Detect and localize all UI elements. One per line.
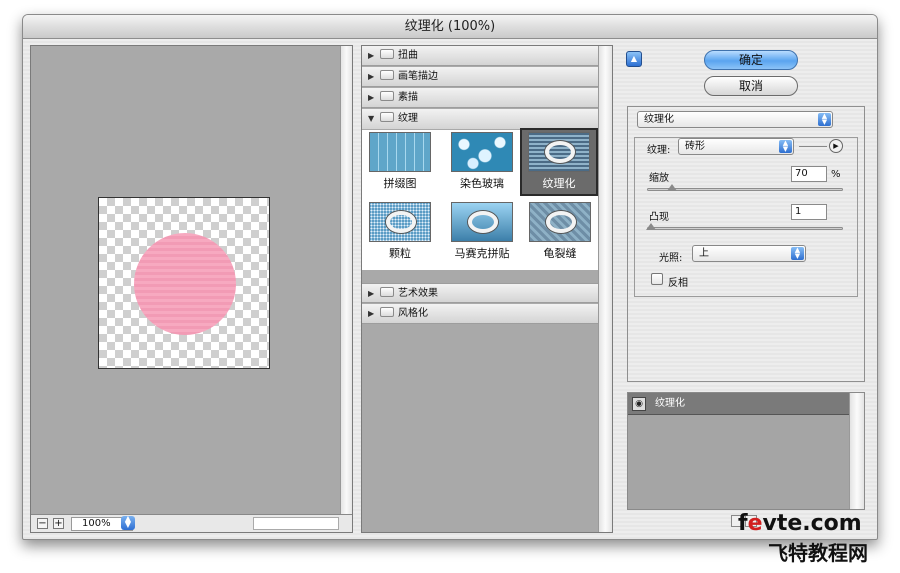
gallery-scrollbar[interactable] xyxy=(598,46,612,532)
zoom-dropdown-arrow-icon[interactable]: ▲ ▼ xyxy=(121,515,135,530)
filter-thumb-grain[interactable]: 颗粒 xyxy=(366,200,434,266)
filter-label: 颗粒 xyxy=(389,247,411,260)
filter-label: 纹理化 xyxy=(542,177,576,190)
filter-label: 拼缀图 xyxy=(383,177,417,190)
texture-label: 纹理: xyxy=(647,145,671,156)
filter-label: 马赛克拼贴 xyxy=(454,247,510,260)
scaling-slider-thumb[interactable] xyxy=(667,184,678,191)
relief-slider-thumb[interactable] xyxy=(645,223,656,230)
texture-divider xyxy=(799,146,827,147)
watermark-text-e: e xyxy=(747,511,763,536)
category-label: 素描 xyxy=(398,92,418,103)
category-distort[interactable]: ▶ 扭曲 xyxy=(362,46,600,66)
texture-select[interactable]: 砖形 ▲ ▼ xyxy=(678,138,794,155)
scaling-label: 缩放 xyxy=(649,173,669,184)
light-direction-select[interactable]: 上 ▲ ▼ xyxy=(692,245,806,262)
relief-input-value: 1 xyxy=(795,206,802,217)
window-title: 纹理化 (100%) xyxy=(23,15,877,39)
relief-input[interactable]: 1 xyxy=(791,204,827,220)
filter-select-value: 纹理化 xyxy=(644,114,674,125)
grain-thumbnail xyxy=(369,202,431,242)
cancel-button[interactable]: 取消 xyxy=(704,76,798,96)
expand-triangle-icon: ▶ xyxy=(368,72,375,81)
category-sketch[interactable]: ▶ 素描 xyxy=(362,88,600,108)
folder-icon xyxy=(380,287,394,297)
pink-circle-image xyxy=(134,233,236,335)
preview-panel[interactable]: − + 100% ▲ ▼ xyxy=(30,45,353,533)
zoom-out-button[interactable]: − xyxy=(37,518,48,529)
filter-label: 染色玻璃 xyxy=(460,177,504,190)
watermark-text-a: f xyxy=(738,511,748,536)
zoom-level-value: 100% xyxy=(82,518,111,529)
category-label: 纹理 xyxy=(398,113,418,124)
category-label: 画笔描边 xyxy=(398,71,438,82)
effect-layer-label: 纹理化 xyxy=(655,398,685,409)
filter-thumb-stained-glass[interactable]: 染色玻璃 xyxy=(448,130,516,196)
filter-thumb-mosaic-tiles[interactable]: 马赛克拼贴 xyxy=(448,200,516,266)
mosaic-tiles-thumbnail xyxy=(451,202,513,242)
select-arrow-icon: ▲ ▼ xyxy=(818,113,831,126)
relief-slider-track[interactable] xyxy=(647,227,843,230)
category-brush-strokes[interactable]: ▶ 画笔描边 xyxy=(362,67,600,87)
filter-thumb-craquelure-patchwork[interactable]: 拼缀图 xyxy=(366,130,434,196)
texturizer-thumbnail xyxy=(528,132,590,172)
ring-graphic xyxy=(545,141,575,163)
folder-icon xyxy=(380,49,394,59)
filter-thumb-craquelure[interactable]: 龟裂缝 xyxy=(526,200,594,266)
ok-button[interactable]: 确定 xyxy=(704,50,798,70)
watermark-logo: fevte.com xyxy=(738,511,862,536)
horizontal-scrollbar[interactable] xyxy=(253,517,339,530)
scaling-input-value: 70 xyxy=(795,168,808,179)
light-select-value: 上 xyxy=(699,248,709,259)
select-arrow-icon: ▲ ▼ xyxy=(779,140,792,153)
category-artistic[interactable]: ▶ 艺术效果 xyxy=(362,283,600,303)
category-label: 风格化 xyxy=(398,308,428,319)
stained-glass-thumbnail xyxy=(451,132,513,172)
watermark-site-name: 飞特教程网 xyxy=(768,541,868,565)
texture-menu-button[interactable]: ▶ xyxy=(829,139,843,153)
eye-icon[interactable]: ◉ xyxy=(632,397,646,411)
category-stylize[interactable]: ▶ 风格化 xyxy=(362,304,600,324)
expand-triangle-icon: ▶ xyxy=(368,93,375,102)
craquelure-thumbnail xyxy=(529,202,591,242)
scaling-input[interactable]: 70 xyxy=(791,166,827,182)
folder-icon xyxy=(380,307,394,317)
effect-layers-panel: ◉ 纹理化 xyxy=(627,392,865,510)
effect-layer-row[interactable]: ◉ 纹理化 xyxy=(628,393,849,415)
category-texture[interactable]: ▼ 纹理 xyxy=(362,109,600,129)
filter-gallery-panel: ▶ 扭曲 ▶ 画笔描边 ▶ 素描 ▼ 纹理 拼缀图 染色玻璃 纹理化 颗粒 马赛… xyxy=(361,45,613,533)
texture-select-value: 砖形 xyxy=(685,141,705,152)
filter-thumb-texturizer[interactable]: 纹理化 xyxy=(520,128,598,196)
expand-triangle-icon: ▶ xyxy=(368,289,375,298)
collapse-gallery-button[interactable]: ▲ xyxy=(626,51,642,67)
filter-select[interactable]: 纹理化 ▲ ▼ xyxy=(637,111,833,128)
folder-icon xyxy=(380,91,394,101)
expand-triangle-icon: ▶ xyxy=(368,309,375,318)
zoom-in-button[interactable]: + xyxy=(53,518,64,529)
patchwork-thumbnail xyxy=(369,132,431,172)
category-label: 艺术效果 xyxy=(398,288,438,299)
invert-checkbox[interactable] xyxy=(651,273,663,285)
relief-label: 凸现 xyxy=(649,212,669,223)
folder-open-icon xyxy=(380,112,394,122)
texture-filter-thumbnails: 拼缀图 染色玻璃 纹理化 颗粒 马赛克拼贴 龟裂缝 xyxy=(362,128,600,270)
select-arrow-icon: ▲ ▼ xyxy=(791,247,804,260)
expand-triangle-icon: ▶ xyxy=(368,51,375,60)
preview-scrollbar[interactable] xyxy=(340,46,352,516)
folder-icon xyxy=(380,70,394,80)
zoom-bar: − + 100% ▲ ▼ xyxy=(31,514,352,532)
invert-label: 反相 xyxy=(668,278,688,289)
light-label: 光照: xyxy=(659,253,683,264)
preview-canvas xyxy=(98,197,270,369)
layers-scrollbar[interactable] xyxy=(849,393,864,509)
ring-graphic xyxy=(386,211,416,233)
watermark-text-b: vte.com xyxy=(762,511,862,536)
filter-label: 龟裂缝 xyxy=(543,247,577,260)
scaling-unit: % xyxy=(831,169,841,180)
category-label: 扭曲 xyxy=(398,50,418,61)
filter-gallery-window: 纹理化 (100%) − + 100% ▲ ▼ ▶ 扭曲 ▶ 画笔描边 ▶ 素描 ▼ 纹理… xyxy=(22,14,878,540)
ring-graphic xyxy=(468,211,498,233)
collapse-triangle-icon: ▼ xyxy=(368,114,375,123)
ring-graphic xyxy=(546,211,576,233)
